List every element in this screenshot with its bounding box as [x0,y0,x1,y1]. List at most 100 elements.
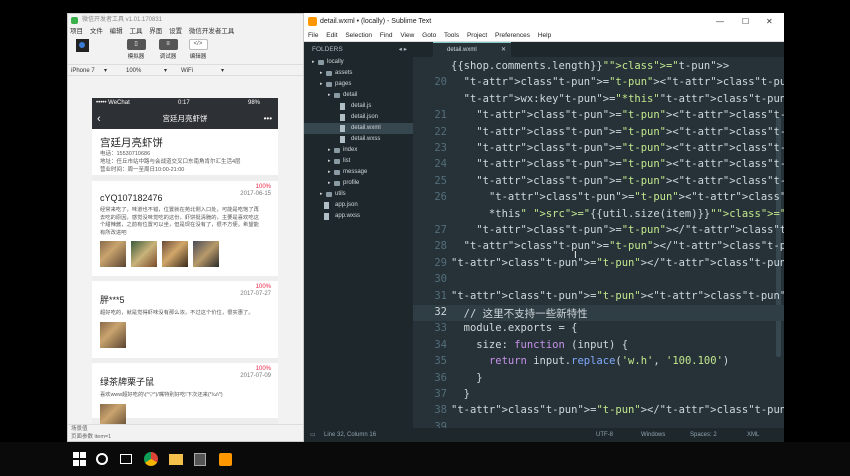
code-line[interactable]: *this" ">src">="{{util.size(item)}}"">cl… [451,208,784,220]
code-line[interactable]: "t-attr">class"t-pun">="t-pun"></"t-attr… [451,404,784,416]
editor-toggle[interactable]: </> 编辑器 [185,39,211,60]
folder-item[interactable]: ▸ list [304,156,413,167]
file-item[interactable]: app.json [304,200,413,211]
expand-arrow-icon[interactable]: ▸ [320,79,323,90]
menu-devtools[interactable]: 微信开发者工具 [189,28,235,35]
file-item[interactable]: app.wxss [304,211,413,222]
menu-preferences[interactable]: Preferences [495,32,530,39]
code-line[interactable]: "t-attr">class"t-pun">="t-pun"><"t-attr"… [451,158,784,170]
code-line[interactable]: "t-attr">class"t-pun">="t-pun"><"t-attr"… [451,142,784,154]
menu-find[interactable]: Find [380,32,393,39]
code-line[interactable]: "t-attr">class"t-pun">="t-pun"><"t-attr"… [451,175,784,187]
back-arrow-icon[interactable]: ‹ [97,109,101,129]
menu-settings[interactable]: 设置 [169,28,182,35]
comment-photo[interactable] [100,241,126,267]
menu-tools[interactable]: 工具 [129,28,142,35]
more-dots-icon[interactable]: ••• [264,109,272,129]
expand-arrow-icon[interactable]: ▸ [328,178,331,189]
tab-detail-wxml[interactable]: detail.wxml ✕ [433,42,511,57]
folder-item[interactable]: ▸ message [304,167,413,178]
device-select[interactable]: iPhone 7 [71,65,95,77]
menu-tools[interactable]: Tools [444,32,459,39]
code-line[interactable]: size: function (input) { [451,339,628,351]
code-line[interactable]: return input.replace('w.h', '100.100') [451,355,729,367]
minimize-icon[interactable]: — [716,13,724,30]
expand-arrow-icon[interactable]: ▸ [328,156,331,167]
menu-file[interactable]: 文件 [90,28,103,35]
encoding[interactable]: UTF-8 [596,428,613,442]
cortana-icon[interactable] [96,453,108,465]
menu-file[interactable]: File [308,32,318,39]
folder-item[interactable]: ▸ utils [304,189,413,200]
code-line[interactable]: module.exports = { [451,322,578,334]
tab-close-icon[interactable]: ✕ [501,43,506,58]
code-line[interactable]: {{shop.comments.length}}"">class">="t-pu… [451,60,729,72]
code-line[interactable]: // 这里不支持一些新特性 [451,306,588,321]
comment-photo[interactable] [162,241,188,267]
tree-item-label: detail.js [351,103,372,109]
indentation[interactable]: Spaces: 2 [690,428,717,442]
expand-arrow-icon[interactable]: ▸ [328,145,331,156]
task-view-icon[interactable] [120,454,132,464]
code-line[interactable]: "t-attr">class"t-pun">="t-pun"><"t-attr"… [451,191,784,203]
windows-start-icon[interactable] [71,450,89,468]
expand-arrow-icon[interactable]: ▸ [312,57,315,68]
expand-arrow-icon[interactable]: ▸ [328,167,331,178]
code-line[interactable]: "t-attr">class"t-pun">="t-pun"></"t-attr… [451,224,784,236]
menu-interface[interactable]: 界面 [149,28,162,35]
comment-date: 2017-07-27 [240,291,271,297]
expand-arrow-icon[interactable]: ▸ [328,90,331,101]
file-icon [340,103,345,110]
expand-arrow-icon[interactable]: ▸ [320,189,323,200]
syntax[interactable]: XML [747,428,759,442]
menu-help[interactable]: Help [538,32,551,39]
zoom-select[interactable]: 100% [126,65,141,77]
file-item[interactable]: detail.js [304,101,413,112]
maximize-icon[interactable]: ☐ [742,13,749,30]
menu-selection[interactable]: Selection [345,32,372,39]
code-line[interactable]: "t-attr">class"t-pun">="t-pun"><"t-attr"… [451,109,784,121]
menu-view[interactable]: View [400,32,414,39]
debugger-toggle[interactable]: ≡ 调试器 [155,39,181,60]
menu-edit[interactable]: 编辑 [110,28,123,35]
simulator-toggle[interactable]: ▯ 模拟器 [123,39,149,60]
close-icon[interactable]: ✕ [766,13,773,30]
file-explorer-icon[interactable] [169,454,183,465]
line-endings[interactable]: Windows [641,428,665,442]
chrome-icon[interactable] [144,452,158,466]
sublime-icon[interactable] [219,453,232,466]
menu-project[interactable]: 项目 [70,28,83,35]
code-line[interactable]: "t-attr">class"t-pun">="t-pun"><"t-attr"… [451,76,784,88]
code-line[interactable]: "t-attr">class"t-pun">="t-pun"><"t-attr"… [451,126,784,138]
folder-item[interactable]: ▸ pages [304,79,413,90]
code-line[interactable]: "t-attr">class"t-pun">="t-pun"></"t-attr… [451,240,784,252]
file-item[interactable]: detail.wxss [304,134,413,145]
code-line[interactable]: "t-attr">class"t-pun">="t-pun"></"t-attr… [451,257,784,269]
panel-toggle-icon[interactable]: ▭ [310,428,316,442]
app-icon[interactable] [194,453,206,466]
menu-project[interactable]: Project [467,32,487,39]
file-item[interactable]: detail.json [304,112,413,123]
folder-item[interactable]: ▸ index [304,145,413,156]
nav-title: 宫廷月亮虾饼 [162,114,208,123]
folder-item[interactable]: ▸ assets [304,68,413,79]
comment-photo[interactable] [131,241,157,267]
comment-photo[interactable] [100,321,126,348]
code-line[interactable]: "t-attr">class"t-pun">="t-pun"><"t-attr"… [451,290,784,302]
tree-item-label: app.json [335,202,358,208]
code-editor[interactable]: {{shop.comments.length}}"">class">="t-pu… [413,57,784,428]
network-select[interactable]: WiFi [181,65,193,77]
folder-item[interactable]: ▸ profile [304,178,413,189]
code-line[interactable]: "t-attr">wx:key"t-pun">="*this""t-attr">… [451,93,784,105]
menu-goto[interactable]: Goto [422,32,436,39]
code-line[interactable]: } [451,372,482,384]
folder-item[interactable]: ▸ detail [304,90,413,101]
code-line[interactable]: } [451,388,470,400]
expand-arrow-icon[interactable]: ▸ [320,68,323,79]
folder-item[interactable]: ▸ locally [304,57,413,68]
comment-photo[interactable] [193,241,219,267]
menu-edit[interactable]: Edit [326,32,337,39]
user-avatar[interactable] [76,39,89,52]
file-item[interactable]: detail.wxml [304,123,413,134]
tab-nav-arrows-icon[interactable]: ◂ ▸ [399,42,407,57]
